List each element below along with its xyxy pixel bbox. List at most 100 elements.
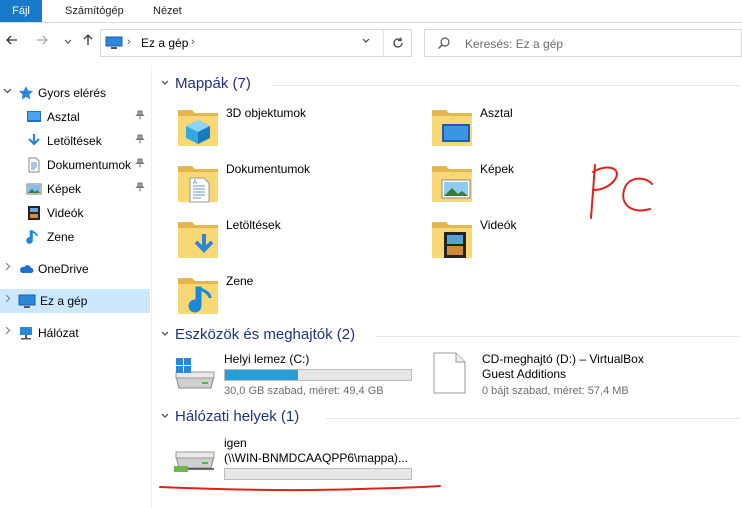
drive-subname: Guest Additions [482, 367, 567, 381]
recent-chevron-down-icon[interactable] [58, 33, 78, 53]
group-divider [375, 336, 740, 337]
network-location-igen[interactable]: igen (\\WIN-BNMDCAAQPP6\mappa)... [172, 436, 422, 492]
download-icon [26, 133, 42, 149]
sidebar-item-label: Zene [47, 230, 75, 244]
sidebar-item-label: OneDrive [38, 262, 89, 276]
folder-downloads[interactable]: Letöltések [176, 214, 416, 264]
sidebar-item-label: Képek [47, 182, 82, 196]
back-arrow-icon[interactable] [2, 33, 22, 53]
sidebar-item-onedrive[interactable]: OneDrive [0, 257, 150, 281]
folder-documents[interactable]: A Dokumentumok [176, 158, 416, 208]
address-dropdown-chevron-icon[interactable] [361, 36, 371, 49]
search-icon [437, 36, 451, 53]
pictures-folder-icon [430, 158, 474, 206]
sidebar-item-label: Ez a gép [40, 294, 88, 308]
music-folder-icon [176, 270, 220, 318]
navigation-pane: Gyors elérés Asztal Letöltések Dokumentu… [0, 66, 152, 508]
music-icon [26, 229, 42, 245]
tab-file[interactable]: Fájl [0, 0, 42, 22]
network-path: (\\WIN-BNMDCAAQPP6\mappa)... [224, 451, 409, 465]
desktop-folder-icon [430, 102, 474, 150]
folder-label: Zene [226, 274, 254, 288]
network-name: igen [224, 436, 247, 450]
group-divider [272, 85, 740, 86]
breadcrumb-separator[interactable]: › [191, 36, 195, 48]
breadcrumb-this-pc[interactable]: Ez a gép [141, 36, 188, 50]
collapse-chevron-icon[interactable] [160, 78, 170, 91]
group-title: Hálózati helyek (1) [175, 408, 300, 425]
up-arrow-icon[interactable] [78, 33, 98, 53]
expand-chevron-icon[interactable] [3, 262, 12, 274]
folder-label: Dokumentumok [226, 162, 311, 176]
windows-drive-icon [172, 358, 218, 393]
sidebar-item-downloads[interactable]: Letöltések [0, 129, 150, 153]
folder-pictures[interactable]: Képek [430, 158, 670, 208]
tab-view[interactable]: Nézet [153, 0, 182, 22]
expand-chevron-icon[interactable] [3, 294, 12, 306]
videos-folder-icon [430, 214, 474, 262]
drive-info: 0 bájt szabad, méret: 57,4 MB [482, 385, 629, 397]
sidebar-item-music[interactable]: Zene [0, 225, 150, 249]
sidebar-item-documents[interactable]: Dokumentumok [0, 153, 150, 177]
breadcrumb-separator[interactable]: › [127, 36, 131, 48]
folder-music[interactable]: Zene [176, 270, 416, 320]
network-usage-bar [224, 468, 412, 480]
tab-computer[interactable]: Számítógép [65, 0, 124, 22]
network-icon [18, 325, 34, 341]
sidebar-item-videos[interactable]: Videók [0, 201, 150, 225]
sidebar-item-label: Dokumentumok [47, 158, 132, 172]
folder-label: Videók [480, 218, 517, 232]
network-drive-icon [172, 444, 218, 479]
3d-objects-icon [176, 102, 220, 150]
address-bar[interactable]: › Ez a gép › [100, 29, 412, 57]
folder-label: 3D objektumok [226, 106, 307, 120]
drive-cd-d[interactable]: CD-meghajtó (D:) – VirtualBox Guest Addi… [430, 352, 670, 408]
group-header-network[interactable]: Hálózati helyek (1) [160, 408, 740, 428]
folder-label: Asztal [480, 106, 513, 120]
documents-folder-icon: A [176, 158, 220, 206]
expand-chevron-icon[interactable] [3, 86, 12, 98]
cloud-icon [18, 261, 34, 277]
pin-icon[interactable] [135, 110, 145, 123]
group-title: Eszközök és meghajtók (2) [175, 326, 356, 343]
downloads-folder-icon [176, 214, 220, 262]
drive-local-disk-c[interactable]: Helyi lemez (C:) 30,0 GB szabad, méret: … [172, 352, 422, 408]
sidebar-item-network[interactable]: Hálózat [0, 321, 150, 345]
sidebar-item-quick-access[interactable]: Gyors elérés [0, 81, 150, 105]
pin-icon[interactable] [135, 134, 145, 147]
expand-chevron-icon[interactable] [3, 326, 12, 338]
computer-icon [105, 36, 123, 53]
sidebar-item-label: Letöltések [47, 134, 102, 148]
group-header-devices[interactable]: Eszközök és meghajtók (2) [160, 326, 740, 346]
collapse-chevron-icon[interactable] [160, 411, 170, 424]
folder-videos[interactable]: Videók [430, 214, 670, 264]
sidebar-item-this-pc[interactable]: Ez a gép [0, 289, 150, 313]
video-icon [26, 205, 42, 221]
drive-name: CD-meghajtó (D:) – VirtualBox [482, 352, 644, 366]
sidebar-item-pictures[interactable]: Képek [0, 177, 150, 201]
forward-arrow-icon[interactable] [32, 33, 52, 53]
sidebar-item-label: Hálózat [38, 326, 79, 340]
group-header-folders[interactable]: Mappák (7) [160, 75, 740, 95]
folder-label: Képek [480, 162, 515, 176]
content-pane: Mappák (7) 3D objektumok Asztal A Dokume… [152, 66, 742, 508]
drive-usage-bar [224, 369, 412, 381]
collapse-chevron-icon[interactable] [160, 329, 170, 342]
ribbon: Fájl Számítógép Nézet [0, 0, 742, 23]
sidebar-item-label: Asztal [47, 110, 80, 124]
sidebar-item-desktop[interactable]: Asztal [0, 105, 150, 129]
drive-info: 30,0 GB szabad, méret: 49,4 GB [224, 385, 384, 397]
sidebar-item-label: Gyors elérés [38, 86, 107, 100]
desktop-icon [26, 109, 42, 125]
refresh-icon[interactable] [383, 30, 412, 56]
folder-3d-objects[interactable]: 3D objektumok [176, 102, 416, 152]
picture-icon [26, 181, 42, 197]
folder-label: Letöltések [226, 218, 281, 232]
pin-icon[interactable] [135, 158, 145, 171]
search-input[interactable]: Keresés: Ez a gép [465, 37, 563, 51]
search-box[interactable]: Keresés: Ez a gép [424, 29, 742, 57]
folder-desktop[interactable]: Asztal [430, 102, 670, 152]
drive-name: Helyi lemez (C:) [224, 352, 310, 366]
group-title: Mappák (7) [175, 75, 251, 92]
pin-icon[interactable] [135, 182, 145, 195]
